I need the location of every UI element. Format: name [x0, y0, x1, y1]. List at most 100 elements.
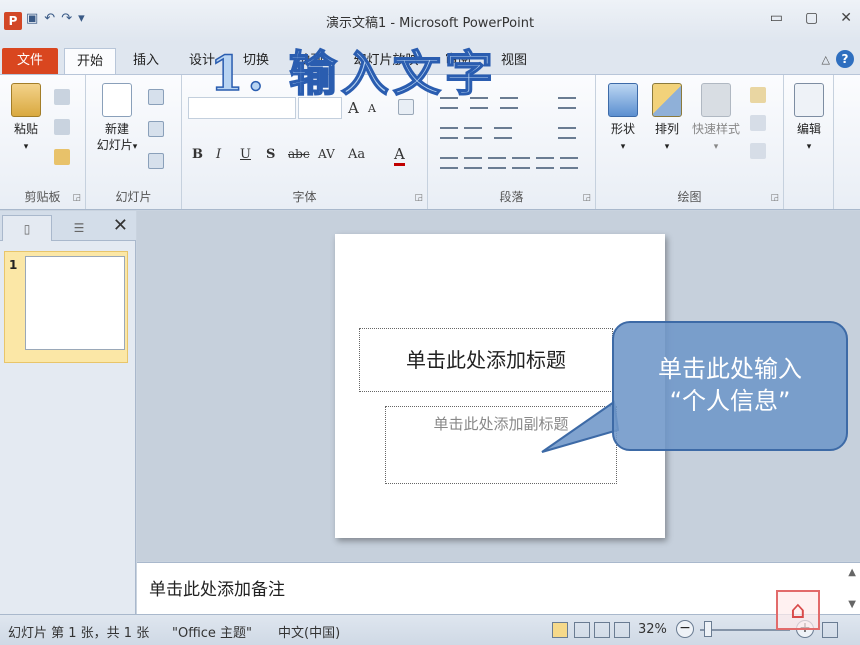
tab-slideshow[interactable]: 幻灯片放映 — [348, 48, 424, 74]
tab-animations[interactable]: 动画 — [290, 48, 330, 74]
numbering-icon[interactable] — [470, 97, 488, 109]
notes-pane[interactable]: 单击此处添加备注 ▲ ▼ — [137, 562, 860, 614]
shape-effects-icon[interactable] — [750, 143, 766, 159]
tab-transitions[interactable]: 切换 — [236, 48, 276, 74]
zoom-slider-handle[interactable] — [704, 621, 712, 637]
tab-review[interactable]: 审阅 — [438, 48, 478, 74]
zoom-out-button[interactable]: − — [676, 620, 694, 638]
underline-button[interactable]: U — [240, 147, 251, 162]
tab-view[interactable]: 视图 — [494, 48, 534, 74]
maximize-icon[interactable]: ▢ — [805, 10, 818, 26]
font-launcher-icon[interactable]: ◲ — [414, 193, 423, 203]
increase-indent-icon[interactable] — [464, 127, 482, 139]
slide-thumbnail-item[interactable]: 1 — [4, 251, 128, 363]
tabs-right: △ ? — [822, 50, 854, 68]
grow-font-button[interactable]: A — [348, 99, 359, 117]
notes-placeholder[interactable]: 单击此处添加备注 — [149, 575, 285, 600]
title-bar: P ▣ ↶ ↷ ▾ 演示文稿1 - Microsoft PowerPoint ▭… — [0, 0, 860, 42]
reading-view-icon[interactable] — [594, 622, 610, 638]
new-slide-button[interactable]: 新建 幻灯片▾ — [92, 83, 142, 155]
fit-slide-icon[interactable] — [822, 622, 838, 638]
shape-fill-icon[interactable] — [750, 87, 766, 103]
title-placeholder[interactable]: 单击此处添加标题 — [359, 328, 613, 392]
ribbon-tabs: 文件 开始 插入 设计 切换 动画 幻灯片放映 审阅 视图 △ ? — [0, 42, 860, 74]
cut-icon[interactable] — [54, 89, 70, 105]
decrease-indent-icon[interactable] — [440, 127, 458, 139]
outline-tab-icon[interactable]: ☰ — [54, 215, 104, 241]
group-slides: 新建 幻灯片▾ 幻灯片 — [86, 75, 182, 209]
zoom-level[interactable]: 32% — [638, 622, 667, 637]
tab-file[interactable]: 文件 — [2, 48, 58, 74]
close-window-icon[interactable]: ✕ — [840, 10, 852, 26]
justify-icon[interactable] — [512, 157, 530, 169]
scroll-down-icon[interactable]: ▼ — [848, 599, 856, 610]
panel-tabs: ▯ ☰ ✕ — [0, 211, 136, 241]
char-spacing-button[interactable]: AV — [318, 147, 335, 161]
tab-home[interactable]: 开始 — [64, 48, 116, 74]
group-label-drawing: 绘图 — [677, 190, 702, 204]
shapes-button[interactable]: 形状 ▾ — [602, 83, 644, 155]
language-status[interactable]: 中文(中国) — [278, 622, 340, 641]
strikethrough-button[interactable]: abc — [288, 147, 310, 161]
quick-styles-icon — [701, 83, 731, 117]
slide-sorter-icon[interactable] — [574, 622, 590, 638]
help-icon[interactable]: ? — [836, 50, 854, 68]
smartart-icon[interactable] — [560, 157, 578, 169]
layout-icon[interactable] — [148, 89, 164, 105]
distributed-icon[interactable] — [536, 157, 554, 169]
italic-button[interactable]: I — [216, 147, 221, 162]
drawing-launcher-icon[interactable]: ◲ — [770, 193, 779, 203]
editing-button[interactable]: 编辑 ▾ — [788, 83, 830, 155]
format-painter-icon[interactable] — [54, 149, 70, 165]
clipboard-launcher-icon[interactable]: ◲ — [72, 193, 81, 203]
align-left-icon[interactable] — [440, 157, 458, 169]
shadow-button[interactable]: S — [266, 147, 275, 162]
line-spacing-icon[interactable] — [500, 97, 518, 109]
ribbon: 粘贴 ▾ 剪贴板 ◲ 新建 幻灯片▾ 幻灯片 A A B I U S abc AV … — [0, 74, 860, 210]
home-icon[interactable]: ⌂ — [776, 590, 820, 630]
paragraph-launcher-icon[interactable]: ◲ — [582, 193, 591, 203]
font-size-box[interactable] — [298, 97, 342, 119]
slide-thumbnail[interactable] — [25, 256, 125, 350]
group-label-font: 字体 — [292, 190, 317, 204]
group-clipboard: 粘贴 ▾ 剪贴板 ◲ — [0, 75, 86, 209]
bullets-icon[interactable] — [440, 97, 458, 109]
columns-icon[interactable] — [494, 127, 512, 139]
minimize-icon[interactable]: ▭ — [770, 10, 783, 26]
bold-button[interactable]: B — [192, 147, 203, 162]
collapse-ribbon-icon[interactable]: △ — [822, 53, 830, 66]
paste-button[interactable]: 粘贴 ▾ — [6, 83, 46, 155]
normal-view-icon[interactable] — [552, 622, 568, 638]
tab-insert[interactable]: 插入 — [126, 48, 166, 74]
clear-format-icon[interactable] — [398, 99, 414, 115]
close-panel-icon[interactable]: ✕ — [113, 215, 128, 236]
align-center-icon[interactable] — [464, 157, 482, 169]
group-font: A A B I U S abc AV Aa A 字体 ◲ — [182, 75, 428, 209]
align-right-icon[interactable] — [488, 157, 506, 169]
window-title: 演示文稿1 - Microsoft PowerPoint — [325, 16, 535, 31]
scroll-up-icon[interactable]: ▲ — [848, 567, 856, 578]
quick-styles-button[interactable]: 快速样式 ▾ — [688, 83, 744, 155]
align-text-icon[interactable] — [558, 127, 576, 139]
slideshow-view-icon[interactable] — [614, 622, 630, 638]
slides-panel: ▯ ☰ ✕ 1 — [0, 211, 136, 614]
slide-count-status: 幻灯片 第 1 张，共 1 张 — [8, 626, 150, 641]
binoculars-icon — [794, 83, 824, 117]
change-case-button[interactable]: Aa — [348, 147, 365, 162]
group-label-paragraph: 段落 — [499, 190, 524, 204]
group-drawing: 形状 ▾ 排列 ▾ 快速样式 ▾ 绘图 ◲ — [596, 75, 784, 209]
font-name-box[interactable] — [188, 97, 296, 119]
arrange-button[interactable]: 排列 ▾ — [646, 83, 688, 155]
reset-icon[interactable] — [148, 121, 164, 137]
copy-icon[interactable] — [54, 119, 70, 135]
shape-outline-icon[interactable] — [750, 115, 766, 131]
shrink-font-button[interactable]: A — [368, 102, 376, 115]
font-color-button[interactable]: A — [394, 145, 405, 166]
tab-design[interactable]: 设计 — [182, 48, 222, 74]
slides-tab-icon[interactable]: ▯ — [2, 215, 52, 241]
new-slide-icon — [102, 83, 132, 117]
theme-status[interactable]: "Office 主题" — [172, 622, 252, 641]
text-direction-icon[interactable] — [558, 97, 576, 109]
callout-line-1: 单击此处输入 — [658, 355, 802, 383]
section-icon[interactable] — [148, 153, 164, 169]
